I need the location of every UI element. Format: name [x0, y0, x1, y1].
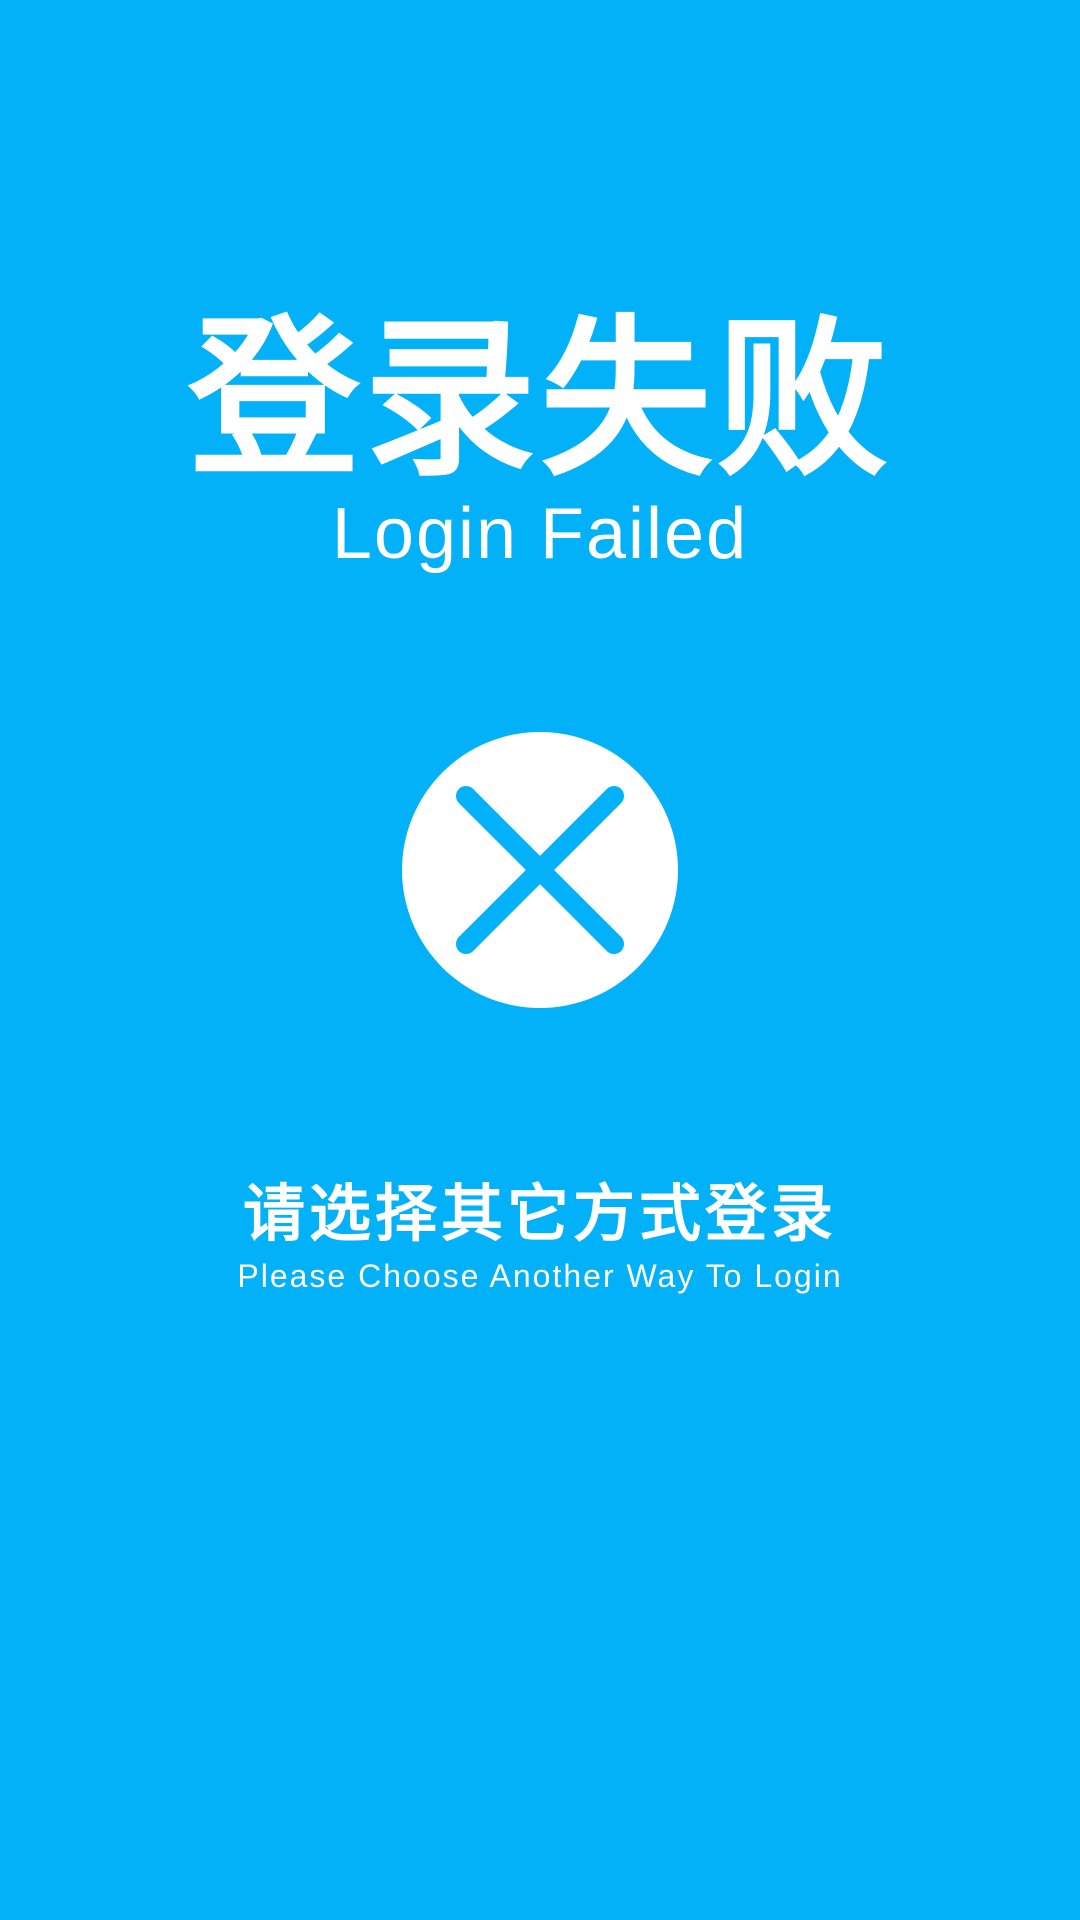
page-title: 登录失败	[188, 299, 892, 500]
close-icon	[402, 732, 678, 1008]
hint-text: 请选择其它方式登录	[242, 1177, 837, 1250]
hint-subtext: Please Choose Another Way To Login	[237, 1258, 843, 1294]
login-failed-screen: 登录失败 Login Failed 请选择其它方式登录 Please Choos…	[0, 0, 1080, 1920]
page-subtitle: Login Failed	[331, 494, 749, 574]
